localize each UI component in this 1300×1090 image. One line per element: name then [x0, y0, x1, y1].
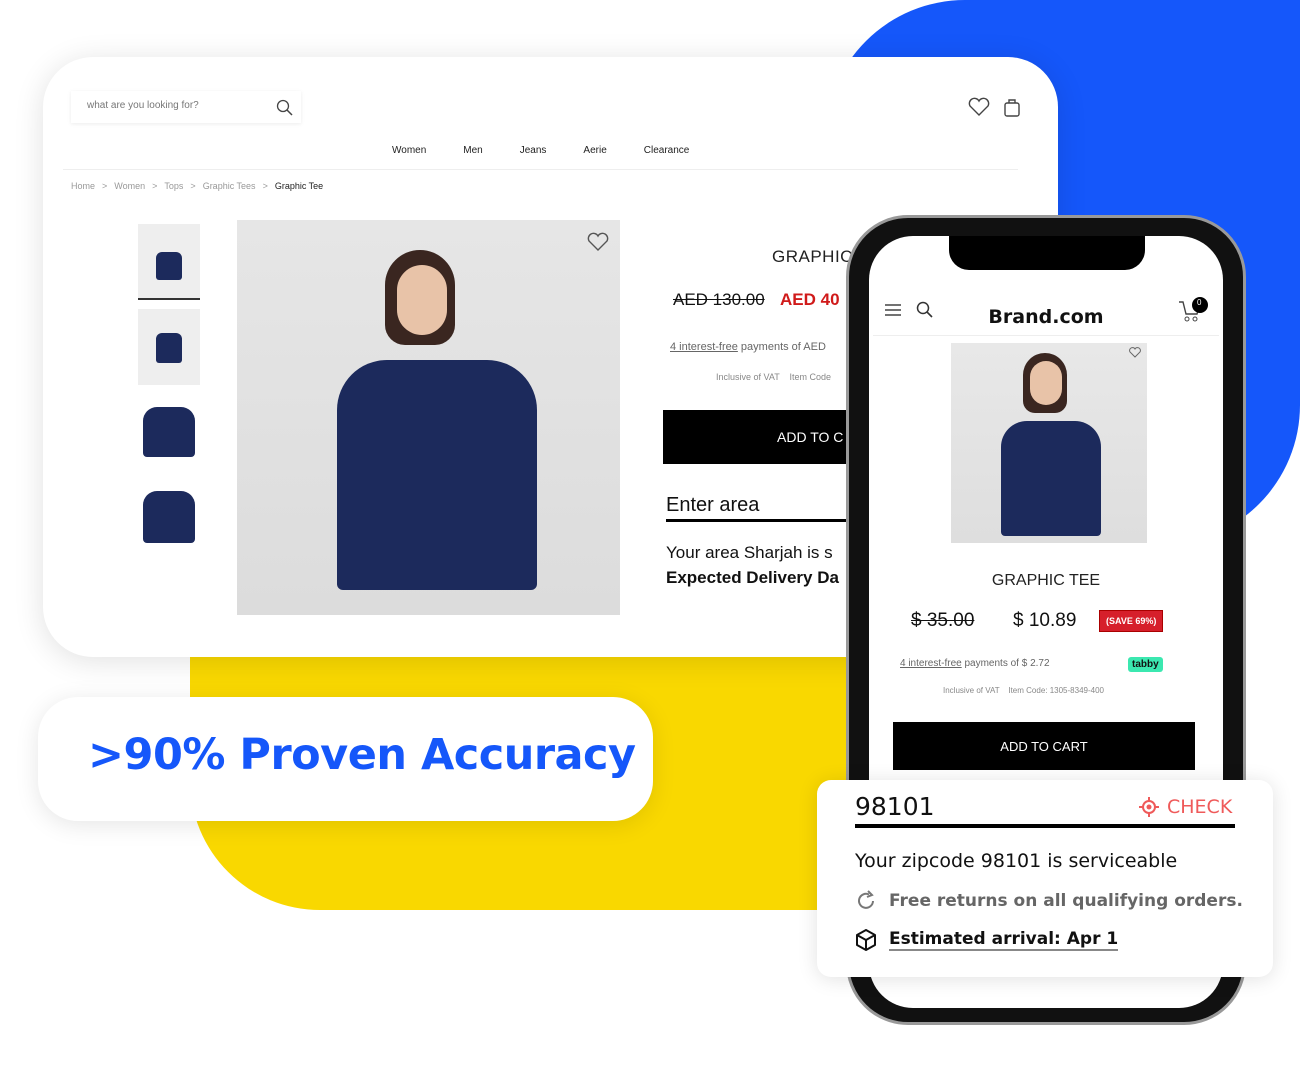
brand-logo[interactable]: Brand.com: [869, 306, 1223, 328]
wishlist-heart-icon[interactable]: [1129, 347, 1141, 358]
search-placeholder: what are you looking for?: [87, 100, 199, 111]
sale-price: $ 10.89: [1013, 610, 1077, 631]
crumb-sep: >: [262, 181, 268, 191]
installments-link[interactable]: 4 interest-free: [670, 341, 738, 353]
check-button[interactable]: CHECK: [1139, 796, 1232, 818]
headline-text: >90% Proven Accuracy: [88, 730, 636, 780]
installments-text: payments of AED: [737, 341, 826, 353]
estimated-arrival-text[interactable]: Estimated arrival: Apr 1: [889, 929, 1119, 951]
search-input[interactable]: what are you looking for?: [71, 91, 301, 123]
wishlist-heart-icon[interactable]: [587, 232, 609, 252]
nav-clearance[interactable]: Clearance: [644, 145, 690, 156]
expected-delivery: Expected Delivery Da: [666, 568, 839, 587]
cart-count-badge: 0: [1197, 298, 1202, 307]
accuracy-headline: >90% Proven Accuracy: [38, 697, 653, 821]
crumb-sep: >: [102, 181, 108, 191]
area-input[interactable]: Enter area: [666, 494, 866, 522]
zipcode-value: 98101: [855, 792, 935, 821]
nav-men[interactable]: Men: [463, 145, 482, 156]
nav-jeans[interactable]: Jeans: [520, 145, 547, 156]
installments-info: 4 interest-free payments of AED: [670, 341, 826, 353]
thumbnail-3[interactable]: [143, 407, 195, 457]
installments-info: 4 interest-free payments of $ 2.72: [900, 658, 1050, 669]
original-price: $ 35.00: [911, 610, 975, 631]
crumb-women[interactable]: Women: [114, 181, 145, 191]
divider: [63, 169, 1018, 170]
crumb-graphic-tees[interactable]: Graphic Tees: [203, 181, 256, 191]
cart-icon[interactable]: [1177, 296, 1211, 324]
thumbnail-4[interactable]: [143, 491, 195, 543]
tabby-logo: tabby: [1128, 657, 1163, 672]
add-to-cart-button[interactable]: ADD TO C: [663, 410, 863, 464]
installments-text: payments of $ 2.72: [961, 658, 1050, 669]
nav-women[interactable]: Women: [392, 145, 426, 156]
sale-price: AED 40: [780, 290, 840, 309]
product-title: GRAPHIC TEE: [991, 572, 1101, 589]
thumbnail-1[interactable]: [138, 224, 200, 300]
zipcode-check-card: 98101 CHECK Your zipcode 98101 is servic…: [817, 780, 1273, 977]
shopping-bag-icon[interactable]: [1003, 97, 1021, 117]
save-badge: (SAVE 69%): [1099, 610, 1164, 632]
crumb-current: Graphic Tee: [274, 181, 324, 191]
product-title: GRAPHIC: [772, 247, 853, 266]
locate-icon: [1139, 797, 1159, 817]
installments-link[interactable]: 4 interest-free: [900, 658, 962, 669]
free-returns: Free returns on all qualifying orders.: [855, 890, 1243, 912]
crumb-sep: >: [190, 181, 196, 191]
product-main-image: [237, 220, 620, 615]
estimated-arrival: Estimated arrival: Apr 1: [855, 929, 1119, 951]
area-placeholder: Enter area: [666, 494, 760, 516]
free-returns-text: Free returns on all qualifying orders.: [889, 891, 1243, 911]
original-price: AED 130.00: [673, 290, 765, 309]
mobile-product-image: [951, 343, 1147, 543]
serviceable-message: Your zipcode 98101 is serviceable: [855, 850, 1178, 872]
phone-notch: [949, 236, 1145, 270]
nav-aerie[interactable]: Aerie: [583, 145, 606, 156]
package-box-icon: [856, 929, 876, 951]
crumb-tops[interactable]: Tops: [164, 181, 183, 191]
thumbnail-2[interactable]: [138, 309, 200, 385]
vat-item-code: Inclusive of VAT Item Code: [716, 372, 832, 382]
divider: [873, 335, 1219, 336]
crumb-home[interactable]: Home: [71, 181, 95, 191]
heart-icon[interactable]: [968, 97, 990, 117]
crumb-sep: >: [152, 181, 158, 191]
vat-item-code: Inclusive of VAT Item Code: 1305-8349-40…: [943, 686, 1104, 695]
check-label: CHECK: [1167, 796, 1233, 818]
add-to-cart-button[interactable]: ADD TO CART: [893, 722, 1195, 770]
main-nav: Women Men Jeans Aerie Clearance: [392, 145, 689, 156]
add-to-cart-label: ADD TO CART: [1000, 739, 1088, 754]
area-message: Your area Sharjah is s: [666, 543, 833, 562]
refresh-icon: [858, 890, 874, 909]
add-to-cart-label: ADD TO C: [777, 429, 844, 445]
search-icon[interactable]: [276, 99, 293, 116]
breadcrumb: Home > Women > Tops > Graphic Tees > Graphic…: [71, 181, 323, 191]
